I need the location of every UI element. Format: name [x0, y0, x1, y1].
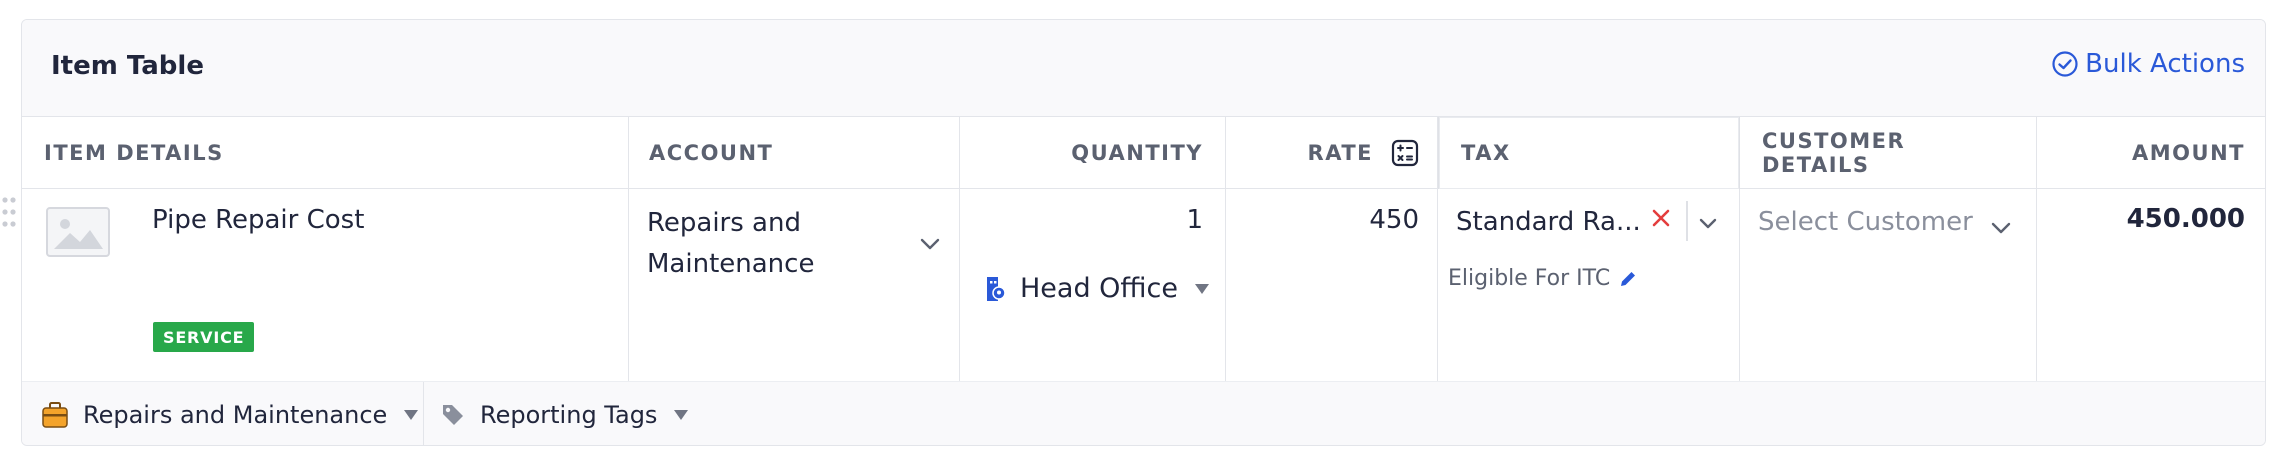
calculator-icon[interactable] — [1391, 139, 1419, 167]
location-label: Head Office — [1020, 273, 1178, 304]
amount-value: 450.000 — [2126, 204, 2245, 234]
panel-header: Item Table Bulk Actions — [22, 20, 2265, 117]
cell-rate: 450 — [1226, 189, 1438, 381]
tax-select[interactable]: Standard Ra... — [1456, 207, 1641, 237]
location-icon — [987, 276, 1006, 301]
caret-down-icon — [674, 410, 689, 420]
table-row: Pipe Repair Cost SERVICE Repairs and Mai… — [22, 189, 2265, 381]
caret-down-icon — [1195, 283, 1209, 294]
bulk-actions-label: Bulk Actions — [2085, 49, 2245, 79]
customer-select[interactable]: Select Customer — [1740, 189, 2037, 381]
rate-input[interactable]: 450 — [1369, 205, 1419, 235]
item-table-panel: Item Table Bulk Actions ITEM DETAILS ACC… — [21, 19, 2266, 446]
close-icon[interactable] — [1650, 207, 1672, 229]
cell-item-details: Pipe Repair Cost SERVICE — [22, 189, 629, 381]
table-header: ITEM DETAILS ACCOUNT QUANTITY RATE TAX C… — [22, 117, 2265, 189]
bulk-actions-button[interactable]: Bulk Actions — [2051, 49, 2245, 79]
itc-label: Eligible For ITC — [1448, 266, 1611, 291]
row-footer: Repairs and Maintenance Reporting Tags — [22, 381, 2265, 445]
cell-amount: 450.000 — [2037, 189, 2265, 381]
column-customer-details: CUSTOMER DETAILS — [1740, 117, 2037, 189]
briefcase-icon — [42, 402, 68, 428]
item-name[interactable]: Pipe Repair Cost — [152, 205, 364, 235]
column-label: AMOUNT — [2132, 141, 2245, 165]
pencil-icon[interactable] — [1618, 269, 1638, 289]
column-label: RATE — [1307, 141, 1373, 165]
panel-title: Item Table — [51, 51, 204, 81]
column-tax: TAX — [1438, 117, 1740, 189]
column-quantity: QUANTITY — [960, 117, 1226, 189]
divider — [1686, 201, 1688, 241]
check-circle-icon — [2052, 51, 2078, 77]
item-type-badge: SERVICE — [153, 322, 255, 352]
customer-placeholder: Select Customer — [1758, 207, 1973, 237]
caret-down-icon — [404, 410, 419, 420]
itc-eligibility: Eligible For ITC — [1448, 266, 1638, 291]
account-tag-select[interactable]: Repairs and Maintenance — [41, 382, 419, 445]
item-image-placeholder[interactable] — [46, 207, 110, 257]
quantity-input[interactable]: 1 — [1186, 205, 1203, 235]
account-select[interactable]: Repairs and Maintenance — [629, 189, 960, 381]
column-rate: RATE — [1226, 117, 1438, 189]
column-label: QUANTITY — [1071, 141, 1203, 165]
column-amount: AMOUNT — [2037, 117, 2265, 189]
location-select[interactable]: Head Office — [984, 273, 1210, 304]
chevron-down-icon — [920, 238, 940, 250]
column-label: TAX — [1461, 141, 1511, 165]
chevron-down-icon[interactable] — [1698, 217, 1718, 230]
tag-icon — [443, 405, 463, 425]
reporting-tags-select[interactable]: Reporting Tags — [440, 382, 689, 445]
column-item-details: ITEM DETAILS — [22, 117, 629, 189]
image-icon — [54, 219, 103, 249]
column-label: CUSTOMER DETAILS — [1762, 129, 1906, 177]
chevron-down-icon — [1991, 222, 2011, 234]
account-tag-label: Repairs and Maintenance — [83, 401, 388, 429]
cell-quantity: 1 Head Office — [960, 189, 1226, 381]
column-account: ACCOUNT — [629, 117, 960, 189]
cell-tax: Standard Ra... Eligible For ITC — [1438, 189, 1740, 381]
reporting-tags-label: Reporting Tags — [480, 401, 658, 429]
account-value: Repairs and Maintenance — [647, 208, 815, 279]
divider — [423, 382, 424, 445]
column-label: ITEM DETAILS — [44, 141, 224, 165]
drag-handle-icon[interactable] — [2, 196, 16, 230]
column-label: ACCOUNT — [649, 141, 774, 165]
